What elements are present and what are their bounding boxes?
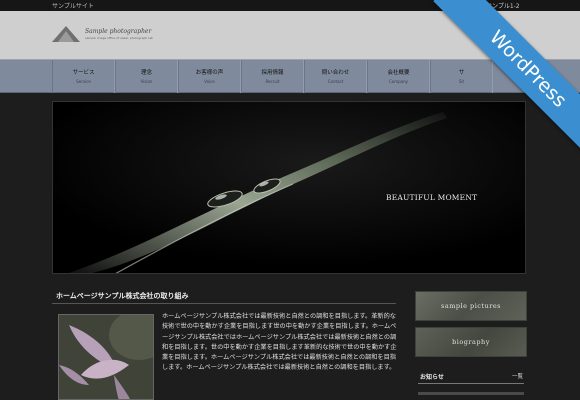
nav-item-sublabel: Voice [204,79,215,84]
nav-item-label: 会社概要 [387,70,410,76]
nav-item-label: お客様の声 [195,70,224,76]
nav-items: サービス Service 理念 Vision お客様の声 Voice 採用情報 … [52,60,493,94]
nav-item-sitemap[interactable]: サ Sit [430,60,493,93]
nav-item-label: 問い合わせ [321,70,350,76]
nav-item-service[interactable]: サービス Service [52,60,115,93]
nav-item-label: サービス [72,70,95,76]
flower-thumbnail [58,314,154,400]
flower-illustration [59,315,153,399]
site-name[interactable]: サンプルサイト [52,1,94,10]
section-body: ホームページサンプル株式会社では最新技術と自然との調和を目指します。革新的な技術… [162,313,397,372]
nav-item-recruit[interactable]: 採用情報 Recruit [241,60,304,93]
biography-button[interactable]: biography [415,327,527,357]
nav-item-label: 採用情報 [261,70,284,76]
nav-item-sublabel: Company [388,79,409,84]
news-header: お知らせ 一覧 [418,372,524,384]
nav-item-company[interactable]: 会社概要 Company [367,60,430,93]
nav-item-voice[interactable]: お客様の声 Voice [178,60,241,93]
nav-item-sublabel: Service [76,79,91,84]
news-item[interactable] [418,392,524,395]
nav-item-sublabel: Contact [327,79,344,84]
logo-mountain-inner-icon [58,31,74,42]
sample-pictures-button[interactable]: sample pictures [415,291,527,321]
nav-item-sublabel: Recruit [265,79,280,84]
logo-name: Sample photographer [85,28,152,35]
hero-leaf-illustration [53,102,525,273]
nav-item-sublabel: Vision [140,79,153,84]
nav-item-contact[interactable]: 問い合わせ Contact [304,60,367,93]
logo-tagline: sample image office of sakai, photograph… [85,36,153,40]
news-title: お知らせ [420,374,444,381]
site-logo[interactable]: Sample photographer sample image office … [52,26,153,48]
hero-image: BEAUTIFUL MOMENT [52,101,526,274]
nav-item-label: サ [458,70,465,76]
global-nav: サービス Service 理念 Vision お客様の声 Voice 採用情報 … [0,59,580,93]
news-list-link[interactable]: 一覧 [512,372,523,380]
hero-caption: BEAUTIFUL MOMENT [386,193,478,202]
nav-item-vision[interactable]: 理念 Vision [115,60,178,93]
section-title: ホームページサンプル株式会社の取り組み [52,291,396,304]
nav-item-sublabel: Sit [458,79,465,84]
nav-item-label: 理念 [140,70,152,76]
